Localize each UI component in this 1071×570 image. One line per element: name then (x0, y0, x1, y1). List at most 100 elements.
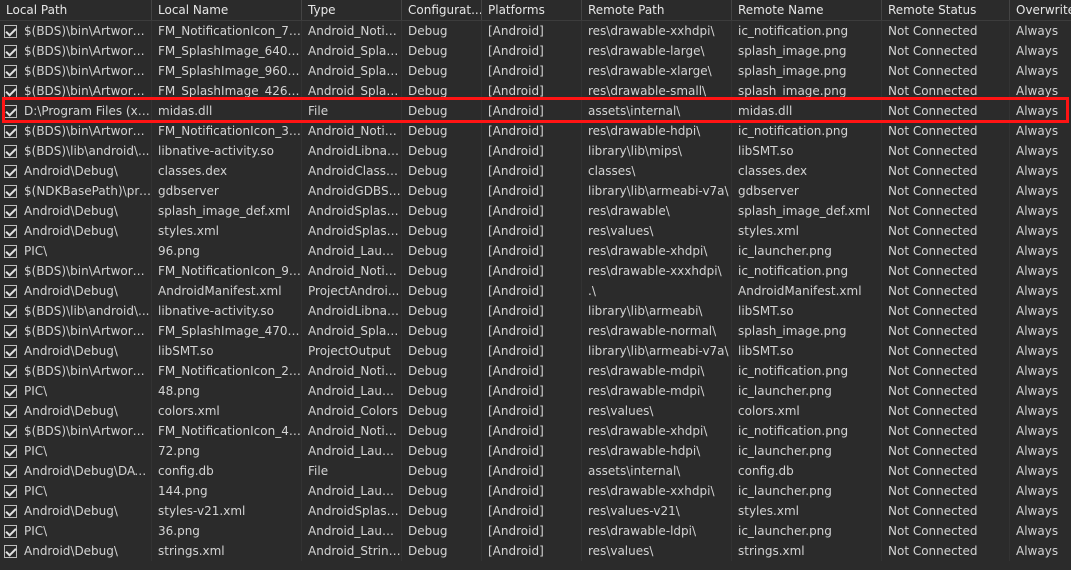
table-row[interactable]: $(BDS)\bin\Artwork\... FM_NotificationIco… (0, 121, 1071, 141)
table-row[interactable]: $(BDS)\bin\Artwork\... FM_SplashImage_426… (0, 81, 1071, 101)
checkbox-checked-icon[interactable] (4, 304, 17, 318)
column-header-type[interactable]: Type (302, 0, 402, 20)
checkbox-checked-icon[interactable] (4, 124, 17, 138)
column-header-local-name[interactable]: Local Name (152, 0, 302, 20)
cell-remote-name: styles.xml (732, 221, 882, 241)
table-row[interactable]: PIC\ 144.png Android_Laun... Debug [Android]… (0, 481, 1071, 501)
cell-overwrite: Always (1016, 244, 1059, 258)
checkbox-checked-icon[interactable] (4, 84, 17, 98)
table-row[interactable]: $(BDS)\bin\Artwork\... FM_SplashImage_470… (0, 321, 1071, 341)
cell-remote-path: res\drawable-xxhdpi\ (582, 481, 732, 501)
checkbox-checked-icon[interactable] (4, 464, 17, 478)
cell-local-name: classes.dex (152, 161, 302, 181)
column-header-overwrite[interactable]: Overwrite (1010, 0, 1071, 20)
cell-local-name: 36.png (152, 521, 302, 541)
table-row[interactable]: $(BDS)\bin\Artwork\... FM_NotificationIco… (0, 261, 1071, 281)
checkbox-checked-icon[interactable] (4, 204, 17, 218)
table-row[interactable]: Android\Debug\ AndroidManifest.xml Project… (0, 281, 1071, 301)
column-header-remote-path[interactable]: Remote Path (582, 0, 732, 20)
cell-type: AndroidLibnat... (302, 301, 402, 321)
cell-remote-status: Not Connected (882, 81, 1010, 101)
table-row[interactable]: Android\Debug\ splash_image_def.xml Androi… (0, 201, 1071, 221)
checkbox-checked-icon[interactable] (4, 284, 17, 298)
cell-remote-name: ic_notification.png (732, 421, 882, 441)
column-header-platforms[interactable]: Platforms (482, 0, 582, 20)
cell-configuration: Debug (402, 421, 482, 441)
cell-remote-name: config.db (732, 461, 882, 481)
cell-remote-status: Not Connected (882, 41, 1010, 61)
table-row[interactable]: D:\Program Files (x8... midas.dll File Debu… (0, 101, 1071, 121)
table-row[interactable]: $(BDS)\bin\Artwork\... FM_SplashImage_960… (0, 61, 1071, 81)
column-header-configuration[interactable]: Configurat... (402, 0, 482, 20)
checkbox-checked-icon[interactable] (4, 424, 17, 438)
table-row[interactable]: PIC\ 72.png Android_Laun... Debug [Android] r… (0, 441, 1071, 461)
checkbox-checked-icon[interactable] (4, 364, 17, 378)
table-row[interactable]: Android\Debug\ classes.dex AndroidClasse..… (0, 161, 1071, 181)
checkbox-checked-icon[interactable] (4, 224, 17, 238)
cell-remote-status: Not Connected (882, 441, 1010, 461)
checkbox-checked-icon[interactable] (4, 164, 17, 178)
checkbox-checked-icon[interactable] (4, 144, 17, 158)
table-row[interactable]: Android\Debug\ colors.xml Android_Colors De… (0, 401, 1071, 421)
cell-type: Android_Splas... (302, 41, 402, 61)
checkbox-checked-icon[interactable] (4, 264, 17, 278)
local-path-text: Android\Debug\ (24, 344, 118, 358)
cell-platforms: [Android] (482, 321, 582, 341)
cell-local-name: AndroidManifest.xml (152, 281, 302, 301)
table-row[interactable]: Android\Debug\ styles.xml AndroidSplash...… (0, 221, 1071, 241)
checkbox-checked-icon[interactable] (4, 524, 17, 538)
checkbox-checked-icon[interactable] (4, 64, 17, 78)
checkbox-checked-icon[interactable] (4, 544, 17, 558)
checkbox-checked-icon[interactable] (4, 344, 17, 358)
table-row[interactable]: $(BDS)\lib\android\... libnative-activity… (0, 301, 1071, 321)
checkbox-checked-icon[interactable] (4, 444, 17, 458)
cell-overwrite: Always (1016, 384, 1059, 398)
checkbox-checked-icon[interactable] (4, 104, 17, 118)
cell-local-name: 72.png (152, 441, 302, 461)
table-row[interactable]: Android\Debug\ strings.xml Android_Strings… (0, 541, 1071, 561)
cell-local-path: PIC\ (0, 381, 152, 401)
table-row[interactable]: PIC\ 48.png Android_Laun... Debug [Android] r… (0, 381, 1071, 401)
table-row[interactable]: $(BDS)\lib\android\... libnative-activity… (0, 141, 1071, 161)
checkbox-checked-icon[interactable] (4, 484, 17, 498)
checkbox-checked-icon[interactable] (4, 244, 17, 258)
cell-remote-path: res\values\ (582, 541, 732, 561)
local-path-text: $(BDS)\bin\Artwork\... (24, 84, 151, 98)
cell-remote-status: Not Connected (882, 481, 1010, 501)
table-row[interactable]: PIC\ 96.png Android_Laun... Debug [Android] r… (0, 241, 1071, 261)
table-row[interactable]: Android\Debug\DAT... config.db File Debug [A… (0, 461, 1071, 481)
checkbox-checked-icon[interactable] (4, 44, 17, 58)
cell-remote-name: splash_image.png (732, 321, 882, 341)
cell-remote-status: Not Connected (882, 521, 1010, 541)
cell-platforms: [Android] (482, 21, 582, 41)
checkbox-checked-icon[interactable] (4, 24, 17, 38)
checkbox-checked-icon[interactable] (4, 404, 17, 418)
table-row[interactable]: $(BDS)\bin\Artwork\... FM_NotificationIco… (0, 361, 1071, 381)
table-row[interactable]: PIC\ 36.png Android_Laun... Debug [Android] r… (0, 521, 1071, 541)
cell-local-path: $(BDS)\bin\Artwork\... (0, 361, 152, 381)
checkbox-checked-icon[interactable] (4, 324, 17, 338)
column-header-remote-name[interactable]: Remote Name (732, 0, 882, 20)
cell-configuration: Debug (402, 441, 482, 461)
cell-local-path: Android\Debug\DAT... (0, 461, 152, 481)
checkbox-checked-icon[interactable] (4, 184, 17, 198)
checkbox-checked-icon[interactable] (4, 384, 17, 398)
column-header-local-path[interactable]: Local Path (0, 0, 152, 20)
column-header-remote-status[interactable]: Remote Status (882, 0, 1010, 20)
cell-local-name: libnative-activity.so (152, 301, 302, 321)
checkbox-checked-icon[interactable] (4, 504, 17, 518)
table-row[interactable]: Android\Debug\ libSMT.so ProjectOutput Debu… (0, 341, 1071, 361)
table-row[interactable]: $(BDS)\bin\Artwork\... FM_NotificationIco… (0, 421, 1071, 441)
table-row[interactable]: $(NDKBasePath)\pre... gdbserver AndroidGDB… (0, 181, 1071, 201)
cell-remote-name: classes.dex (732, 161, 882, 181)
cell-configuration: Debug (402, 461, 482, 481)
table-row[interactable]: $(BDS)\bin\Artwork\... FM_SplashImage_640… (0, 41, 1071, 61)
local-path-text: $(BDS)\lib\android\... (24, 144, 150, 158)
cell-platforms: [Android] (482, 101, 582, 121)
table-row[interactable]: $(BDS)\bin\Artwork\... FM_NotificationIco… (0, 21, 1071, 41)
cell-overwrite: Always (1016, 364, 1059, 378)
table-row[interactable]: Android\Debug\ styles-v21.xml AndroidSplas… (0, 501, 1071, 521)
cell-remote-path: res\drawable-normal\ (582, 321, 732, 341)
cell-local-path: $(BDS)\bin\Artwork\... (0, 261, 152, 281)
cell-type: AndroidSplash... (302, 501, 402, 521)
